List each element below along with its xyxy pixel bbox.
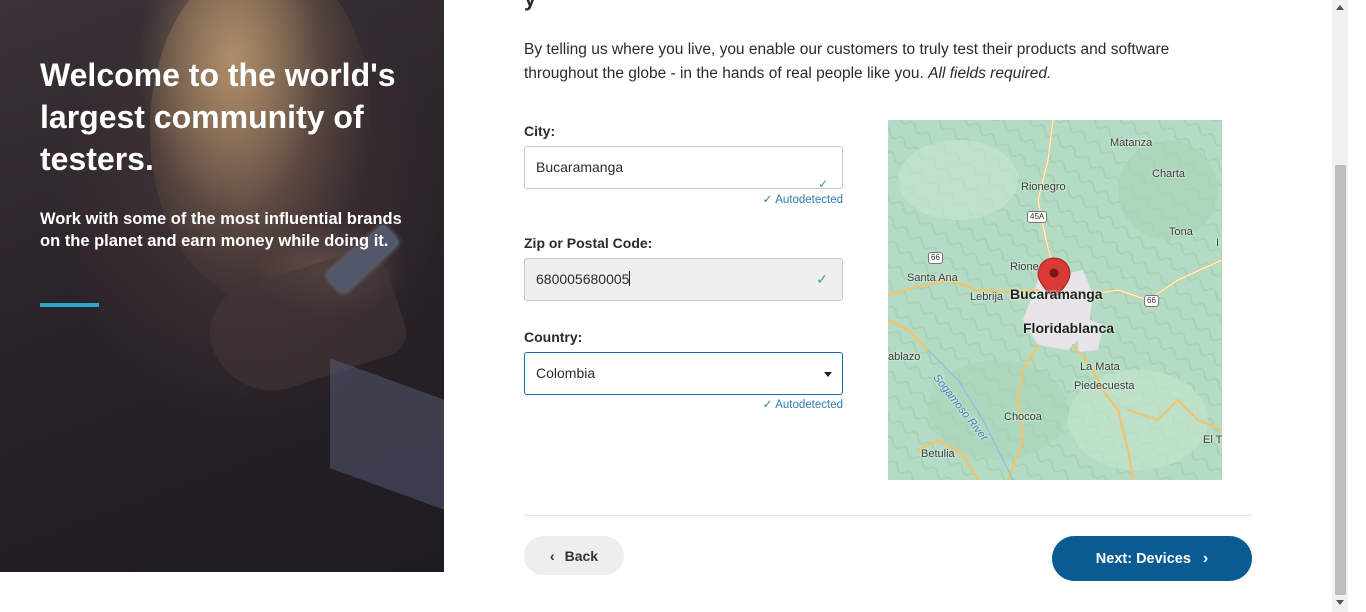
map-label: La Mata bbox=[1080, 361, 1120, 373]
map-label: El T bbox=[1203, 434, 1222, 446]
map-label: Tona bbox=[1169, 226, 1193, 238]
route-shield: 45A bbox=[1027, 211, 1048, 223]
map-label: Betulia bbox=[921, 448, 955, 460]
next-devices-button[interactable]: Next: Devices › bbox=[1052, 536, 1252, 581]
zip-label: Zip or Postal Code: bbox=[524, 235, 653, 251]
chevron-left-icon: ‹ bbox=[549, 547, 555, 564]
section-heading: y bbox=[524, 0, 536, 12]
route-shield: 66 bbox=[1144, 295, 1159, 307]
country-autodetected: ✓ Autodetected bbox=[763, 397, 843, 411]
map-label: Rione bbox=[1010, 261, 1039, 273]
hero-title: Welcome to the world's largest community… bbox=[40, 57, 396, 177]
intro-body: By telling us where you live, you enable… bbox=[524, 41, 1170, 82]
page-scrollbar[interactable] bbox=[1332, 0, 1348, 612]
back-button-label: Back bbox=[564, 547, 599, 564]
hero-subtitle: Work with some of the most influential b… bbox=[40, 210, 402, 250]
country-status-text: Autodetected bbox=[775, 399, 843, 411]
scroll-down-icon[interactable] bbox=[1336, 600, 1344, 605]
map-label: ablazo bbox=[888, 351, 921, 363]
divider bbox=[524, 515, 1252, 516]
scrollbar-thumb[interactable] bbox=[1335, 165, 1346, 595]
required-note: All fields required. bbox=[928, 65, 1052, 82]
check-icon: ✓ bbox=[816, 271, 828, 287]
city-status-text: Autodetected bbox=[775, 194, 843, 206]
check-icon: ✓ bbox=[762, 399, 773, 411]
intro-text: By telling us where you live, you enable… bbox=[524, 38, 1224, 86]
location-map[interactable]: Matanza Charta Rionegro Tona Santa Ana R… bbox=[888, 120, 1222, 480]
map-label: I bbox=[1216, 237, 1220, 249]
country-label: Country: bbox=[524, 329, 583, 345]
next-button-label: Next: Devices bbox=[1095, 550, 1191, 567]
scroll-up-icon[interactable] bbox=[1336, 5, 1344, 10]
map-label: Lebrija bbox=[970, 291, 1004, 303]
city-label: City: bbox=[524, 123, 556, 139]
map-label: Santa Ana bbox=[907, 272, 958, 284]
route-shield: 66 bbox=[928, 252, 943, 264]
zip-value: 680005680005 bbox=[536, 271, 631, 287]
map-label: Piedecuesta bbox=[1074, 380, 1135, 392]
chevron-right-icon: › bbox=[1202, 549, 1209, 567]
map-label: Chocoa bbox=[1004, 411, 1042, 423]
country-value: Colombia bbox=[536, 365, 596, 381]
check-icon: ✓ bbox=[762, 194, 773, 206]
hero-photo-light bbox=[330, 358, 444, 512]
hero-accent-bar bbox=[40, 303, 99, 307]
map-label-city: Bucaramanga bbox=[1010, 286, 1103, 302]
city-value: Bucaramanga bbox=[536, 159, 624, 175]
back-button[interactable]: ‹ Back bbox=[524, 536, 624, 575]
city-input[interactable]: Bucaramanga ✓ bbox=[524, 146, 843, 191]
city-autodetected: ✓ Autodetected bbox=[763, 192, 843, 206]
text-cursor bbox=[629, 271, 631, 286]
zip-value-text: 680005680005 bbox=[536, 271, 630, 287]
map-label-city: Floridablanca bbox=[1023, 320, 1115, 336]
hero-panel: Welcome to the world's largest community… bbox=[0, 0, 444, 572]
check-icon: ✓ bbox=[817, 177, 828, 191]
map-label: Charta bbox=[1152, 168, 1186, 180]
chevron-down-icon bbox=[824, 372, 832, 377]
zip-input[interactable]: 680005680005 ✓ bbox=[524, 258, 843, 301]
country-select[interactable]: Colombia bbox=[524, 352, 843, 395]
map-label: Rionegro bbox=[1021, 181, 1066, 193]
map-label: Matanza bbox=[1110, 137, 1153, 149]
